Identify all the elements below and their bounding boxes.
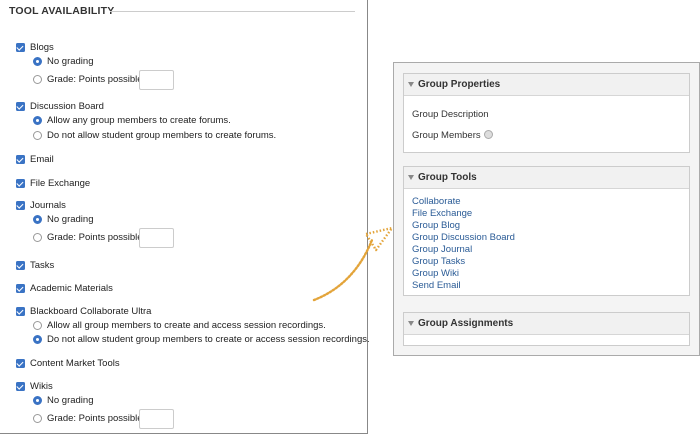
option-label: Allow all group members to create and ac… [47,320,326,331]
tool-blogs[interactable]: Blogs [16,42,54,53]
content-market-checkbox[interactable] [16,359,25,368]
tool-wikis[interactable]: Wikis [16,381,53,392]
journals-option-grade[interactable]: Grade: Points possible: [33,232,145,243]
option-label: Allow any group members to create forums… [47,115,231,126]
group-properties-header[interactable]: Group Properties [404,74,689,96]
collaborate-ultra-label: Blackboard Collaborate Ultra [30,306,152,317]
collaborate-disallow-radio[interactable] [33,335,42,344]
group-assignments-panel: Group Assignments [403,312,690,346]
journals-grade-radio[interactable] [33,233,42,242]
group-properties-panel: Group Properties Group Description Group… [403,73,690,153]
collaborate-option-allow[interactable]: Allow all group members to create and ac… [33,320,326,331]
blogs-label: Blogs [30,42,54,53]
group-tools-title: Group Tools [418,172,477,183]
discussion-option-disallow[interactable]: Do not allow student group members to cr… [33,130,276,141]
option-label: No grading [47,56,94,67]
tool-content-market[interactable]: Content Market Tools [16,358,120,369]
collaborate-ultra-checkbox[interactable] [16,307,25,316]
collapse-triangle-icon[interactable] [408,175,414,180]
tool-availability-section: TOOL AVAILABILITY Blogs No grading Grade… [0,0,370,434]
group-assignments-title: Group Assignments [418,318,514,329]
option-label: Grade: Points possible: [47,232,146,243]
tool-collaborate-ultra[interactable]: Blackboard Collaborate Ultra [16,306,151,317]
tool-discussion-board[interactable]: Discussion Board [16,101,104,112]
discussion-disallow-radio[interactable] [33,131,42,140]
collapse-triangle-icon[interactable] [408,321,414,326]
file-exchange-checkbox[interactable] [16,179,25,188]
blogs-checkbox[interactable] [16,43,25,52]
tool-tasks[interactable]: Tasks [16,260,54,271]
file-exchange-label: File Exchange [30,178,91,189]
group-page-preview: Group Properties Group Description Group… [393,62,700,356]
title-divider [110,11,355,12]
academic-materials-checkbox[interactable] [16,284,25,293]
group-tools-header[interactable]: Group Tools [404,167,689,189]
option-label: Grade: Points possible: [47,413,146,424]
collapse-triangle-icon[interactable] [408,82,414,87]
wikis-checkbox[interactable] [16,382,25,391]
academic-materials-label: Academic Materials [30,283,113,294]
tool-journals[interactable]: Journals [16,200,66,211]
tool-file-exchange[interactable]: File Exchange [16,178,90,189]
option-label: Do not allow student group members to cr… [47,334,370,345]
group-members-label: Group Members [412,130,481,141]
blogs-option-no-grading[interactable]: No grading [33,56,93,67]
group-tools-panel: Group Tools Collaborate File Exchange Gr… [403,166,690,296]
tool-link-send-email[interactable]: Send Email [412,280,461,291]
email-label: Email [30,154,54,165]
tool-email[interactable]: Email [16,154,54,165]
tool-link-file-exchange[interactable]: File Exchange [412,208,472,219]
option-label: No grading [47,395,94,406]
collaborate-option-disallow[interactable]: Do not allow student group members to cr… [33,334,370,345]
option-label: No grading [47,214,94,225]
journals-points-input[interactable] [139,228,174,248]
tasks-checkbox[interactable] [16,261,25,270]
wikis-option-grade[interactable]: Grade: Points possible: [33,413,145,424]
content-market-label: Content Market Tools [30,358,120,369]
blogs-option-grade[interactable]: Grade: Points possible: [33,74,145,85]
wikis-grade-radio[interactable] [33,414,42,423]
email-checkbox[interactable] [16,155,25,164]
discussion-board-label: Discussion Board [30,101,104,112]
group-assignments-header[interactable]: Group Assignments [404,313,689,335]
group-members-row: Group Members [412,130,493,141]
collaborate-allow-radio[interactable] [33,321,42,330]
blogs-grade-radio[interactable] [33,75,42,84]
blogs-points-input[interactable] [139,70,174,90]
tool-link-group-wiki[interactable]: Group Wiki [412,268,459,279]
journals-no-grading-radio[interactable] [33,215,42,224]
discussion-board-checkbox[interactable] [16,102,25,111]
wikis-option-no-grading[interactable]: No grading [33,395,93,406]
discussion-option-allow[interactable]: Allow any group members to create forums… [33,115,231,126]
option-label: Do not allow student group members to cr… [47,130,277,141]
section-title: TOOL AVAILABILITY [9,5,115,17]
journals-option-no-grading[interactable]: No grading [33,214,93,225]
blogs-no-grading-radio[interactable] [33,57,42,66]
group-properties-title: Group Properties [418,79,501,90]
tool-link-group-tasks[interactable]: Group Tasks [412,256,465,267]
tool-link-collaborate[interactable]: Collaborate [412,196,461,207]
wikis-no-grading-radio[interactable] [33,396,42,405]
tool-link-group-journal[interactable]: Group Journal [412,244,472,255]
tool-academic-materials[interactable]: Academic Materials [16,283,113,294]
group-description-label: Group Description [412,109,489,120]
discussion-allow-radio[interactable] [33,116,42,125]
wikis-points-input[interactable] [139,409,174,429]
tool-link-group-blog[interactable]: Group Blog [412,220,460,231]
info-icon[interactable] [483,130,493,139]
tasks-label: Tasks [30,260,55,271]
journals-label: Journals [30,200,66,211]
wikis-label: Wikis [30,381,53,392]
option-label: Grade: Points possible: [47,74,146,85]
tool-link-group-discussion-board[interactable]: Group Discussion Board [412,232,515,243]
journals-checkbox[interactable] [16,201,25,210]
